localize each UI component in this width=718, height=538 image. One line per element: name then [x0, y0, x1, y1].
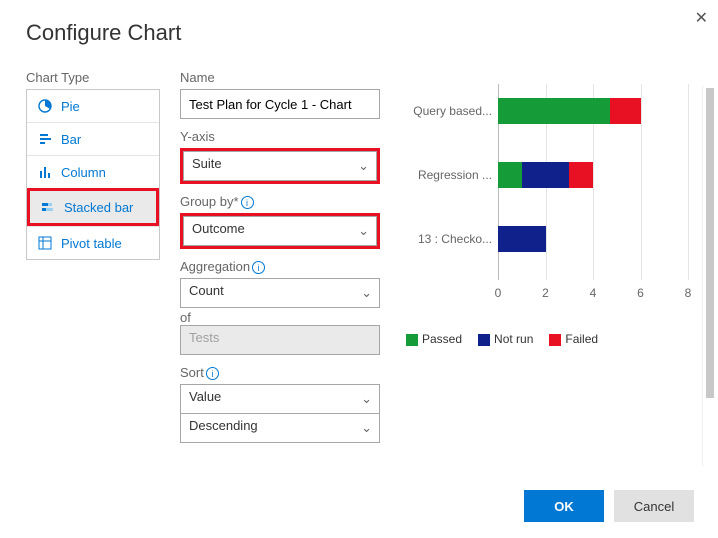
chart-type-bar[interactable]: Bar — [27, 122, 159, 155]
bar-segment — [610, 98, 641, 124]
info-icon[interactable]: i — [241, 196, 254, 209]
sort-dir-select[interactable]: Descending ⌄ — [180, 413, 380, 443]
info-icon[interactable]: i — [206, 367, 219, 380]
bar-row — [498, 98, 641, 124]
chart-type-label: Bar — [61, 132, 81, 147]
chart-type-label: Column — [61, 165, 106, 180]
name-label: Name — [180, 70, 380, 85]
chart-type-column[interactable]: Column — [27, 155, 159, 188]
bar-segment — [498, 226, 546, 252]
chart-type-label: Stacked bar — [64, 200, 133, 215]
bar-icon — [37, 131, 53, 147]
close-icon[interactable]: ✕ — [695, 8, 708, 28]
legend-item: Not run — [478, 332, 533, 346]
group-select[interactable]: Outcome ⌄ — [180, 213, 380, 249]
bar-segment — [569, 162, 593, 188]
info-icon[interactable]: i — [252, 261, 265, 274]
legend-item: Failed — [549, 332, 598, 346]
pivot-icon — [37, 235, 53, 251]
of-label: of — [180, 310, 380, 325]
chart-type-label: Pivot table — [61, 236, 122, 251]
chart-type-heading: Chart Type — [26, 70, 160, 85]
bar-row — [498, 226, 546, 252]
name-input[interactable] — [180, 89, 380, 119]
y-category-label: Regression ... — [406, 168, 492, 182]
x-tick: 8 — [685, 286, 692, 300]
bar-segment — [522, 162, 570, 188]
chart-legend: Passed Not run Failed — [406, 332, 698, 346]
yaxis-select[interactable]: Suite ⌄ — [180, 148, 380, 184]
chart-type-list: Pie Bar Column Stacked bar Pivot table — [26, 89, 160, 260]
y-category-label: 13 : Checko... — [406, 232, 492, 246]
x-tick: 0 — [495, 286, 502, 300]
of-field: Tests — [180, 325, 380, 355]
ok-button[interactable]: OK — [524, 490, 604, 522]
agg-label: Aggregationi — [180, 259, 380, 274]
bar-segment — [498, 162, 522, 188]
group-label: Group by*i — [180, 194, 380, 209]
chart-type-label: Pie — [61, 99, 80, 114]
scrollbar[interactable] — [702, 86, 716, 466]
chart-type-stacked-bar[interactable]: Stacked bar — [27, 188, 159, 226]
legend-item: Passed — [406, 332, 462, 346]
x-tick: 2 — [542, 286, 549, 300]
column-icon — [37, 164, 53, 180]
yaxis-label: Y-axis — [180, 129, 380, 144]
chart-type-pie[interactable]: Pie — [27, 90, 159, 122]
stacked-bar-icon — [40, 199, 56, 215]
x-tick: 6 — [637, 286, 644, 300]
chart-preview: 0 2 4 6 8 Query based... Regression ... 13 : Ch… — [406, 80, 698, 320]
chart-type-pivot[interactable]: Pivot table — [27, 226, 159, 259]
dialog-title: Configure Chart — [26, 20, 698, 46]
pie-icon — [37, 98, 53, 114]
x-tick: 4 — [590, 286, 597, 300]
bar-row — [498, 162, 593, 188]
bar-segment — [498, 98, 610, 124]
cancel-button[interactable]: Cancel — [614, 490, 694, 522]
y-category-label: Query based... — [406, 104, 492, 118]
agg-select[interactable]: Count ⌄ — [180, 278, 380, 308]
sort-label: Sorti — [180, 365, 380, 380]
sort-field-select[interactable]: Value ⌄ — [180, 384, 380, 414]
